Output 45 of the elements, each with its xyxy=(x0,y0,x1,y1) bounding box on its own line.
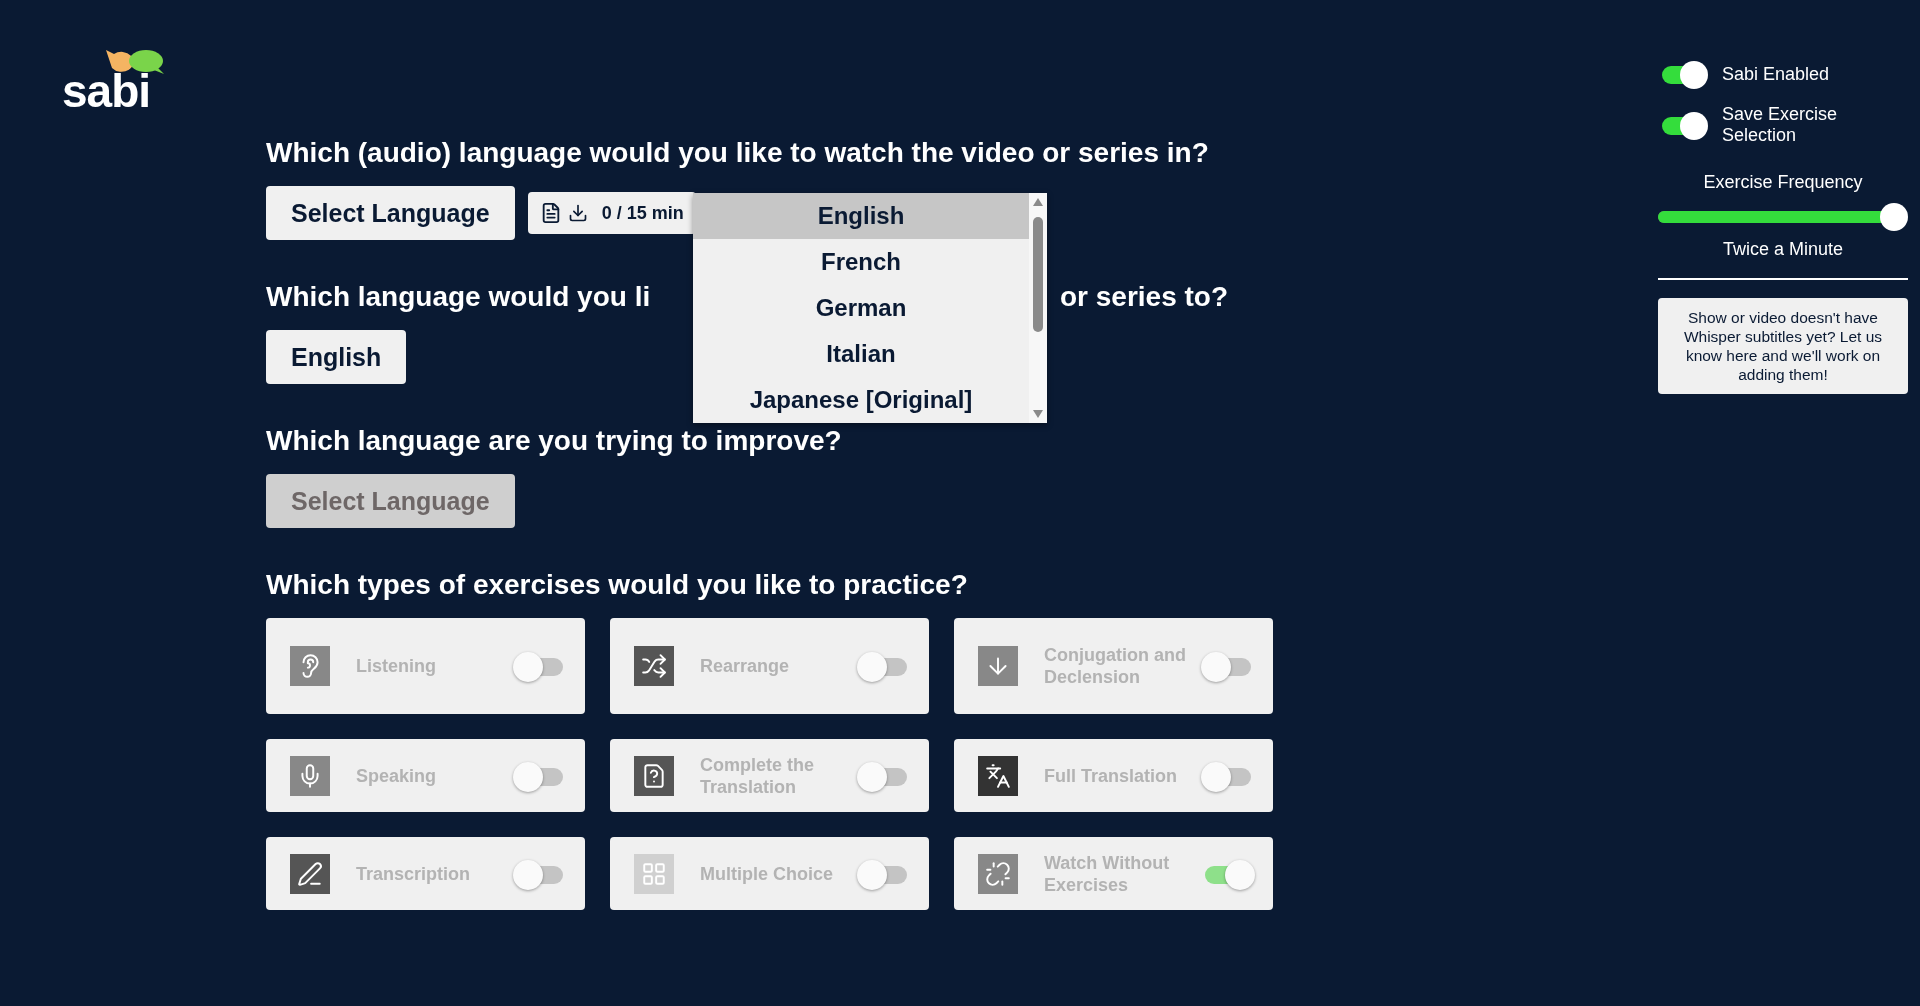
language-option[interactable]: English xyxy=(693,193,1029,239)
question-heading: or series to? xyxy=(1060,280,1229,314)
grid-icon xyxy=(634,853,674,894)
exercise-label: Full Translation xyxy=(1044,764,1178,788)
subtitle-minutes-button[interactable]: 0 / 15 min xyxy=(527,192,696,234)
setting-label: Sabi Enabled xyxy=(1722,63,1830,85)
frequency-reading: Twice a Minute xyxy=(1721,239,1845,260)
question-heading: Which language would you li xyxy=(266,280,651,314)
frequency-slider[interactable] xyxy=(1658,203,1908,231)
language-button[interactable]: English xyxy=(266,330,407,384)
exercise-label: Complete the Translation xyxy=(700,753,815,799)
exercise-toggle[interactable] xyxy=(1201,761,1251,790)
unlink-icon xyxy=(978,853,1018,894)
exercise-toggle[interactable] xyxy=(857,652,907,680)
microphone-icon xyxy=(290,755,330,796)
exercise-label: Multiple Choice xyxy=(700,862,834,886)
scrollbar[interactable] xyxy=(1029,193,1047,423)
exercises-heading: Which types of exercises would you like to practice? xyxy=(266,568,969,602)
exercise-label: Watch Without Exercises xyxy=(1044,851,1171,897)
exercise-toggle[interactable] xyxy=(513,859,563,888)
exercise-toggle[interactable] xyxy=(857,761,907,790)
logo-text: sabi xyxy=(62,68,151,114)
download-icon xyxy=(567,203,588,223)
pen-icon xyxy=(290,853,330,894)
exercise-label: Listening xyxy=(356,655,437,678)
ear-icon xyxy=(290,646,330,686)
arrow-down-icon xyxy=(978,646,1018,686)
question-heading: Which (audio) language would you like to watch the video or series in? xyxy=(266,136,1210,170)
exercise-toggle[interactable] xyxy=(513,652,563,680)
language-option[interactable]: Japanese [Original] xyxy=(693,377,1029,423)
setting-label: Save Exercise Selection xyxy=(1722,104,1839,146)
exercise-toggle[interactable] xyxy=(1201,652,1251,680)
frequency-title: Exercise Frequency xyxy=(1702,172,1864,193)
question-heading: Which language are you trying to improve? xyxy=(266,424,843,458)
exercise-label: Speaking xyxy=(356,764,438,788)
language-button[interactable]: Select Language xyxy=(266,186,515,240)
translate-icon xyxy=(978,755,1018,796)
exercise-label: Transcription xyxy=(356,862,472,886)
exercise-toggle[interactable] xyxy=(857,859,907,888)
exercise-toggle[interactable] xyxy=(513,761,563,790)
shuffle-icon xyxy=(634,646,674,686)
question-file-icon xyxy=(634,755,674,796)
exercise-label: Conjugation and Declension xyxy=(1044,644,1187,689)
exercise-label: Rearrange xyxy=(700,655,791,678)
feedback-link[interactable]: Show or video doesn't have Whisper subtitles yet? Let us know here and we'll work on adding them! xyxy=(1658,298,1908,394)
